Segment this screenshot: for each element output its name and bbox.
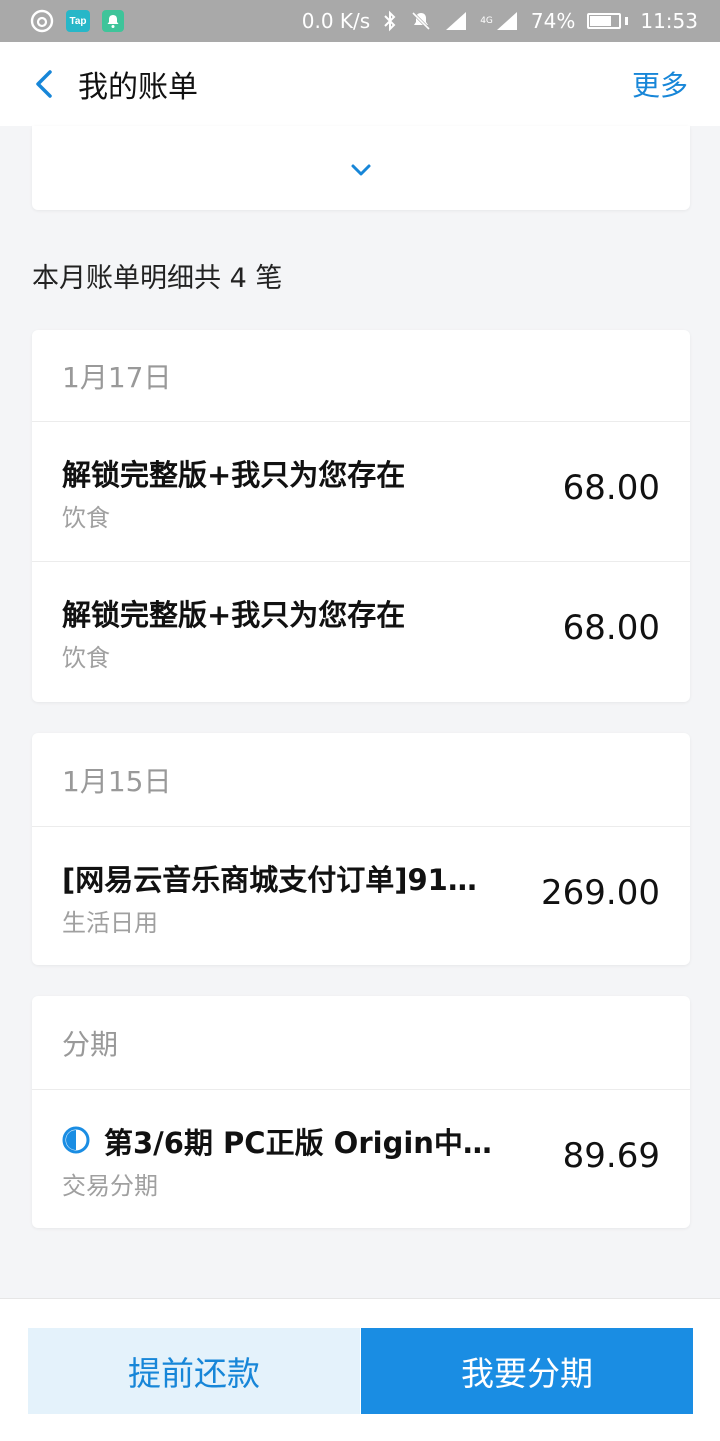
transaction-category: 饮食 xyxy=(62,504,110,532)
transaction-category: 饮食 xyxy=(62,644,110,672)
transaction-title: 解锁完整版+我只为您存在 xyxy=(62,598,406,632)
transaction-title: 第3/6期 PC正版 Origin中文 … xyxy=(104,1126,504,1160)
group-title: 分期 xyxy=(32,996,690,1090)
notification-bell-icon xyxy=(102,10,124,32)
expand-button[interactable] xyxy=(344,156,378,184)
clock: 11:53 xyxy=(640,9,698,33)
transaction-row[interactable]: 解锁完整版+我只为您存在 饮食 68.00 xyxy=(32,422,690,562)
installment-group-card: 分期 第3/6期 PC正版 Origin中文 … 交易分期 89.69 xyxy=(32,996,690,1228)
transaction-row[interactable]: 解锁完整版+我只为您存在 饮食 68.00 xyxy=(32,562,690,702)
transaction-amount: 269.00 xyxy=(541,873,660,913)
bill-overview-card-collapsed xyxy=(32,126,690,210)
back-button[interactable] xyxy=(24,64,64,104)
group-date: 1月15日 xyxy=(32,733,690,827)
transaction-category: 生活日用 xyxy=(62,909,158,937)
chevron-down-icon xyxy=(351,164,371,176)
battery-icon xyxy=(587,13,629,29)
bill-group-card: 1月15日 [网易云音乐商城支付订单]91… 生活日用 269.00 xyxy=(32,733,690,965)
mute-icon xyxy=(410,10,432,32)
status-right: 0.0 K/s 4G 74% 11:53 xyxy=(302,9,698,33)
installment-row[interactable]: 第3/6期 PC正版 Origin中文 … 交易分期 89.69 xyxy=(32,1090,690,1228)
status-left: Tap xyxy=(30,9,124,33)
transaction-amount: 68.00 xyxy=(562,468,660,508)
more-button[interactable]: 更多 xyxy=(632,64,688,104)
mobile-data-icon: 4G xyxy=(480,10,519,32)
prepay-button[interactable]: 提前还款 xyxy=(28,1328,360,1414)
bill-summary: 本月账单明细共 4 笔 xyxy=(32,263,283,294)
netease-music-icon xyxy=(30,9,54,33)
transaction-row[interactable]: [网易云音乐商城支付订单]91… 生活日用 269.00 xyxy=(32,827,690,965)
chevron-left-icon xyxy=(36,70,52,98)
app-header: 我的账单 更多 xyxy=(0,42,720,126)
installment-icon xyxy=(62,1126,90,1154)
group-date: 1月17日 xyxy=(32,330,690,422)
battery-percent: 74% xyxy=(530,9,576,33)
signal-icon xyxy=(444,10,468,32)
page-title: 我的账单 xyxy=(78,70,198,105)
network-speed: 0.0 K/s xyxy=(301,9,371,33)
transaction-category: 交易分期 xyxy=(62,1172,158,1200)
transaction-title: [网易云音乐商城支付订单]91… xyxy=(62,863,477,897)
network-type: 4G xyxy=(480,16,493,26)
transaction-title: 解锁完整版+我只为您存在 xyxy=(62,458,406,492)
bill-group-card: 1月17日 解锁完整版+我只为您存在 饮食 68.00 解锁完整版+我只为您存在… xyxy=(32,330,690,702)
transaction-amount: 89.69 xyxy=(562,1136,660,1176)
bottom-action-bar: 提前还款 我要分期 xyxy=(0,1298,720,1441)
taptap-icon: Tap xyxy=(66,10,90,32)
status-bar: Tap 0.0 K/s 4G 74% 11:53 xyxy=(0,0,720,42)
installment-button[interactable]: 我要分期 xyxy=(361,1328,693,1414)
transaction-amount: 68.00 xyxy=(562,608,660,648)
bluetooth-icon xyxy=(382,10,398,32)
